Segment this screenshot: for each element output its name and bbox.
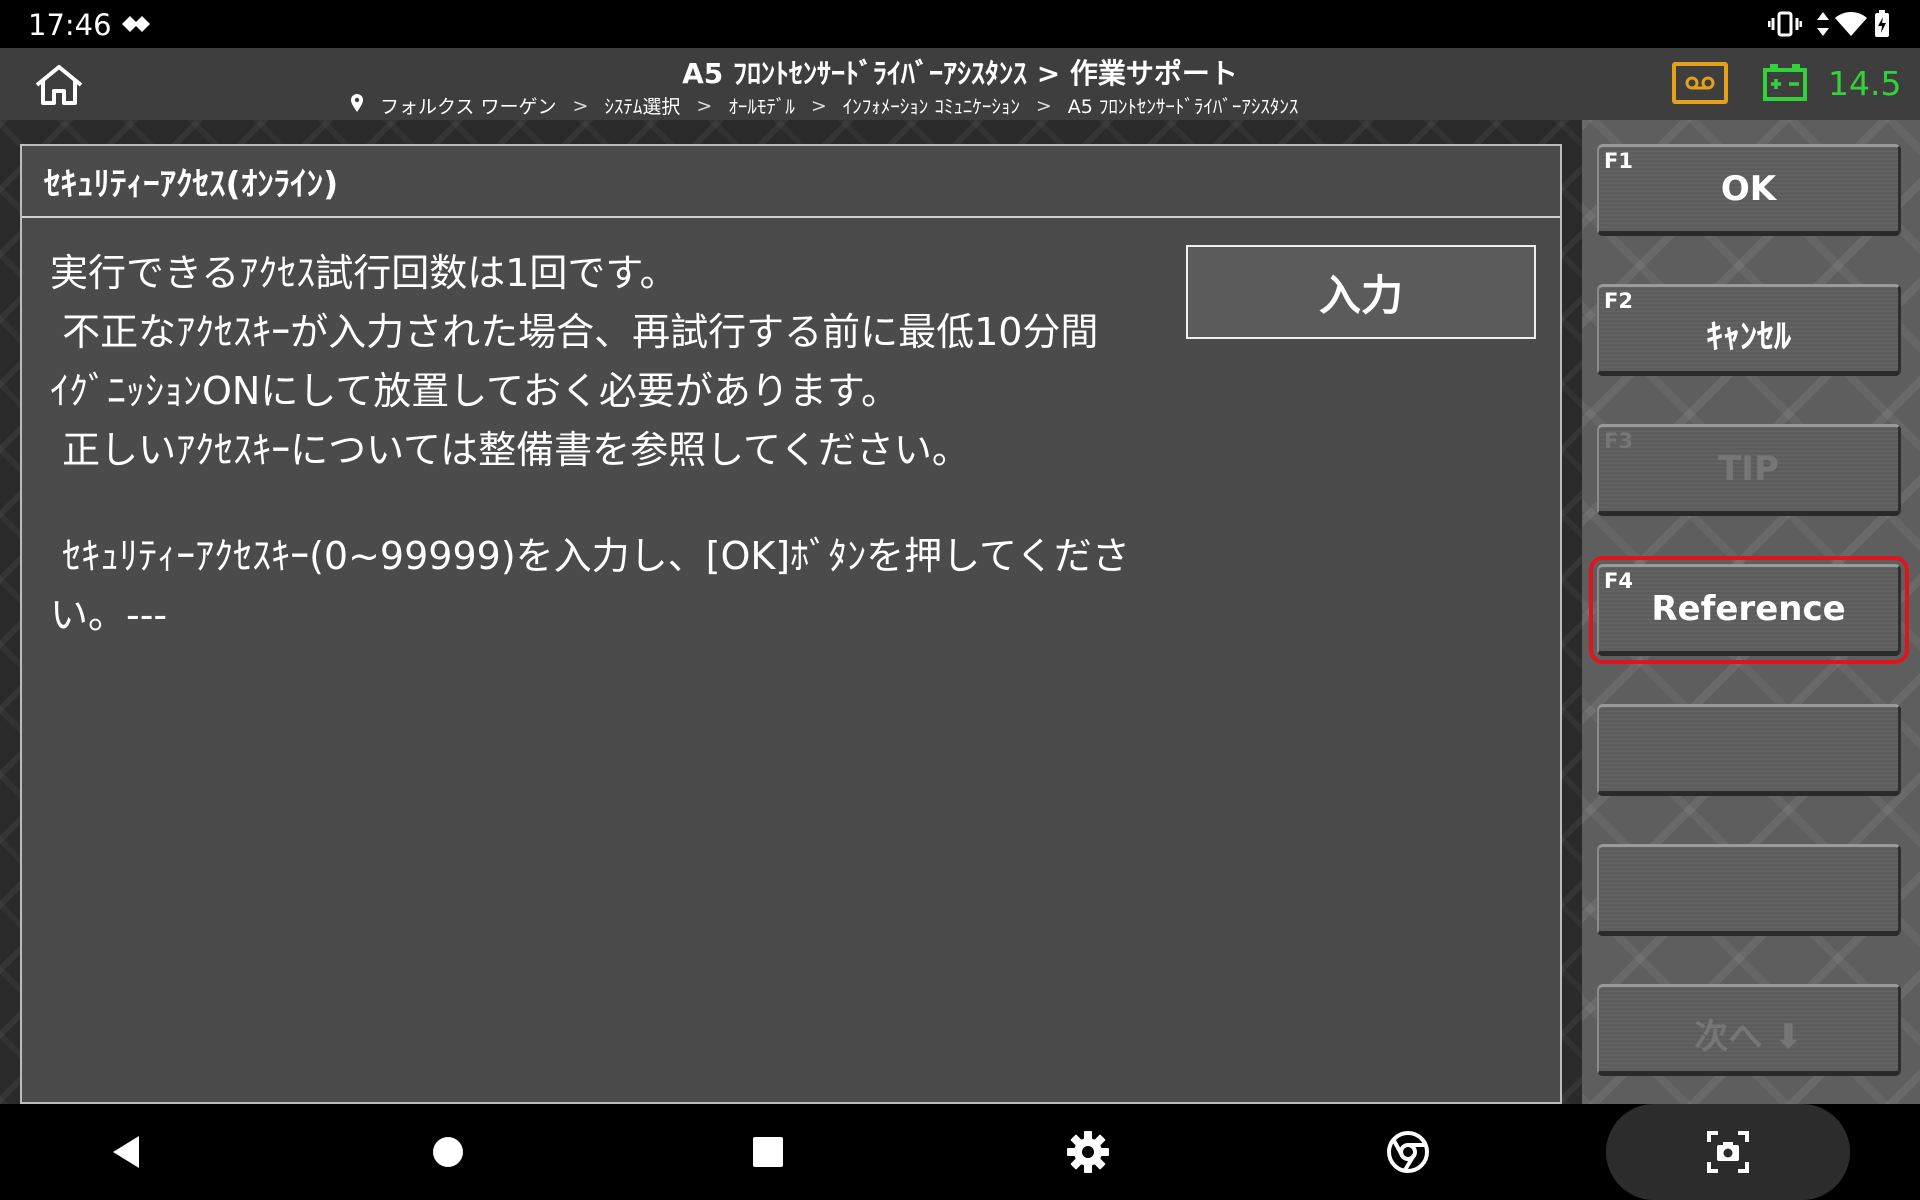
recents-icon[interactable] xyxy=(738,1122,798,1182)
breadcrumb: フォルクス ワーゲン > ｼｽﾃﾑ選択 > ｵｰﾙﾓﾃﾞﾙ > ｲﾝﾌｫﾒｰｼｮ… xyxy=(350,92,1298,119)
fkey-label: OK xyxy=(1720,169,1777,209)
chrome-icon[interactable] xyxy=(1378,1122,1438,1182)
dialog-title: ｾｷｭﾘﾃｨｰｱｸｾｽ(ｵﾝﾗｲﾝ) xyxy=(22,146,1560,218)
breadcrumb-separator: > xyxy=(696,94,713,117)
security-access-dialog: ｾｷｭﾘﾃｨｰｱｸｾｽ(ｵﾝﾗｲﾝ) 実行できるｱｸｾｽ試行回数は1回です。 不… xyxy=(20,144,1562,1104)
f2-cancel-button[interactable]: F2 ｷｬﾝｾﾙ xyxy=(1597,284,1901,376)
data-arrows-icon xyxy=(1816,10,1830,38)
recorder-icon[interactable] xyxy=(1672,62,1728,104)
screenshot-button[interactable] xyxy=(1606,1104,1850,1200)
f1-ok-button[interactable]: F1 OK xyxy=(1597,144,1901,236)
message-line: 正しいｱｸｾｽｷｰについては整備書を参照してください。 xyxy=(50,428,970,472)
status-bar: 17:46 xyxy=(0,0,1920,48)
f3-tip-button[interactable]: F3 TIP xyxy=(1597,424,1901,516)
breadcrumb-separator: > xyxy=(810,94,827,117)
message-line: 実行できるｱｸｾｽ試行回数は1回です。 xyxy=(50,251,678,295)
fkey-label: Reference xyxy=(1651,589,1846,629)
f4-reference-button[interactable]: F4 Reference xyxy=(1589,556,1909,664)
f6-empty-button[interactable] xyxy=(1597,844,1901,936)
message-line: ｲｸﾞﾆｯｼｮﾝONにして放置しておく必要があります。 xyxy=(50,369,900,413)
instruction-text: ｾｷｭﾘﾃｨｰｱｸｾｽｷｰ(0~99999)を入力し、[OK]ﾎﾞﾀﾝを押してく… xyxy=(50,534,1130,637)
page-title: A5 ﾌﾛﾝﾄｾﾝｻｰﾄﾞﾗｲﾊﾞｰｱｼｽﾀﾝｽ > 作業サポート xyxy=(682,57,1238,90)
fkey-label: 次へ ⬇ xyxy=(1694,1017,1803,1057)
next-page-button[interactable]: 次へ ⬇ xyxy=(1597,984,1901,1076)
breadcrumb-separator: > xyxy=(1035,94,1052,117)
vibrate-icon xyxy=(1768,10,1802,38)
battery-charging-icon xyxy=(1874,10,1890,38)
back-icon[interactable] xyxy=(96,1122,156,1182)
fkey-label: ｷｬﾝｾﾙ xyxy=(1706,317,1791,357)
fkey-label: TIP xyxy=(1718,449,1779,489)
breadcrumb-item-model[interactable]: ｵｰﾙﾓﾃﾞﾙ xyxy=(728,92,795,119)
system-nav-bar xyxy=(0,1104,1920,1200)
app-diamond-icon xyxy=(120,10,152,38)
input-button[interactable]: 入力 xyxy=(1186,245,1536,339)
breadcrumb-item-system[interactable]: ｼｽﾃﾑ選択 xyxy=(604,92,680,119)
home-icon[interactable] xyxy=(418,1122,478,1182)
vehicle-battery-icon xyxy=(1762,62,1808,102)
status-time: 17:46 xyxy=(28,8,112,42)
breadcrumb-item-module: A5 ﾌﾛﾝﾄｾﾝｻｰﾄﾞﾗｲﾊﾞｰｱｼｽﾀﾝｽ xyxy=(1067,96,1299,118)
dialog-message: 実行できるｱｸｾｽ試行回数は1回です。 不正なｱｸｾｽｷｰが入力された場合、再試… xyxy=(50,244,1170,645)
settings-icon[interactable] xyxy=(1058,1122,1118,1182)
breadcrumb-separator: > xyxy=(572,94,589,117)
f5-empty-button[interactable] xyxy=(1597,704,1901,796)
breadcrumb-item-infotainment[interactable]: ｲﾝﾌｫﾒｰｼｮﾝ ｺﾐｭﾆｹｰｼｮﾝ xyxy=(843,92,1020,119)
app-header: A5 ﾌﾛﾝﾄｾﾝｻｰﾄﾞﾗｲﾊﾞｰｱｼｽﾀﾝｽ > 作業サポート フォルクス … xyxy=(0,48,1920,120)
battery-voltage: 14.5 xyxy=(1828,64,1902,103)
screenshot-icon xyxy=(1707,1131,1749,1173)
message-line: 不正なｱｸｾｽｷｰが入力された場合、再試行する前に最低10分間 xyxy=(50,310,1099,354)
wifi-icon xyxy=(1834,10,1868,38)
location-pin-icon xyxy=(350,93,364,118)
breadcrumb-item-brand[interactable]: フォルクス ワーゲン xyxy=(380,92,556,119)
